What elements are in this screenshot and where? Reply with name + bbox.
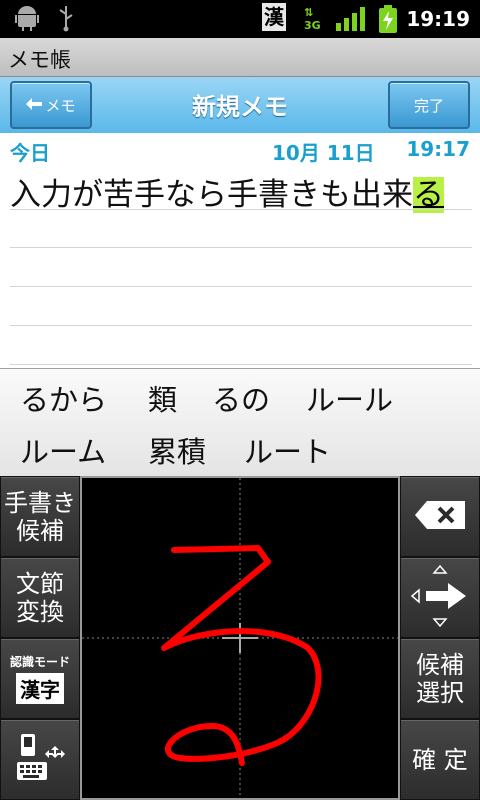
done-button-label: 完了 xyxy=(413,96,444,115)
candidate-item[interactable]: ルーム xyxy=(20,429,106,471)
phrase-convert-key[interactable]: 文節 変換 xyxy=(0,557,80,638)
app-title: メモ帳 xyxy=(8,48,71,72)
status-bar: 漢 ⇅ 3G 19:19 xyxy=(0,0,480,38)
candidate-item[interactable]: 類 xyxy=(148,377,177,419)
candidate-select-label: 候補 選択 xyxy=(416,650,464,707)
memo-header: メモ 新規メモ 完了 xyxy=(0,77,480,134)
recognition-mode-value: 漢字 xyxy=(16,673,64,704)
candidate-item[interactable]: 累積 xyxy=(148,429,206,471)
candidate-item[interactable]: ルール xyxy=(306,377,393,419)
candidate-bar: るから 類 るの ルール ルーム 累積 ルート xyxy=(0,368,480,477)
battery-charging-icon xyxy=(378,5,398,37)
handwriting-candidates-label: 手書き 候補 xyxy=(4,488,76,545)
backspace-icon xyxy=(415,500,465,533)
arrow-keys-icon xyxy=(410,564,470,632)
network-3g-icon: ⇅ 3G xyxy=(304,6,321,32)
status-time: 19:19 xyxy=(406,7,470,31)
handwriting-keyboard: 手書き 候補 文節 変換 認識モード 漢字 候補 選択 確 定 xyxy=(0,476,480,800)
handwriting-candidates-key[interactable]: 手書き 候補 xyxy=(0,476,80,557)
memo-day-label: 今日 xyxy=(10,141,50,165)
memo-committed-text: 入力が苦手なら手書きも出来 xyxy=(10,177,413,213)
ruled-line xyxy=(10,364,472,365)
confirm-key[interactable]: 確 定 xyxy=(400,719,480,800)
signal-icon xyxy=(336,7,366,35)
candidate-item[interactable]: るから xyxy=(20,377,107,419)
keyboard-switch-key[interactable] xyxy=(0,719,80,800)
recognition-mode-label: 認識モード xyxy=(9,655,70,669)
done-button[interactable]: 完了 xyxy=(388,81,470,129)
ruled-line xyxy=(10,247,472,248)
memo-composing-text: る xyxy=(413,177,444,213)
android-icon xyxy=(14,4,40,36)
ime-kanji-icon: 漢 xyxy=(262,3,286,31)
recognition-mode-key[interactable]: 認識モード 漢字 xyxy=(0,638,80,719)
ruled-line xyxy=(10,209,472,210)
keyboard-switch-icon xyxy=(15,732,65,788)
memo-date: 10月 11日 xyxy=(272,141,375,165)
handwriting-pad[interactable] xyxy=(80,476,400,800)
memo-time: 19:17 xyxy=(406,137,470,161)
phrase-convert-label: 文節 変換 xyxy=(16,569,64,626)
handwriting-stroke xyxy=(161,545,322,766)
candidate-item[interactable]: ルート xyxy=(244,429,331,471)
ruled-line xyxy=(10,286,472,287)
memo-meta: 今日 10月 11日 19:17 xyxy=(0,137,480,165)
candidate-item[interactable]: るの xyxy=(212,377,270,419)
candidate-select-key[interactable]: 候補 選択 xyxy=(400,638,480,719)
confirm-label: 確 定 xyxy=(412,745,468,774)
memo-editor[interactable]: 今日 10月 11日 19:17 入力が苦手なら手書きも出来る xyxy=(0,133,480,368)
ruled-line xyxy=(10,325,472,326)
cursor-move-key[interactable] xyxy=(400,557,480,638)
usb-icon xyxy=(56,4,76,36)
backspace-key[interactable] xyxy=(400,476,480,557)
handwriting-canvas xyxy=(82,478,398,798)
app-title-bar: メモ帳 xyxy=(0,38,480,77)
memo-text[interactable]: 入力が苦手なら手書きも出来る xyxy=(10,169,444,214)
